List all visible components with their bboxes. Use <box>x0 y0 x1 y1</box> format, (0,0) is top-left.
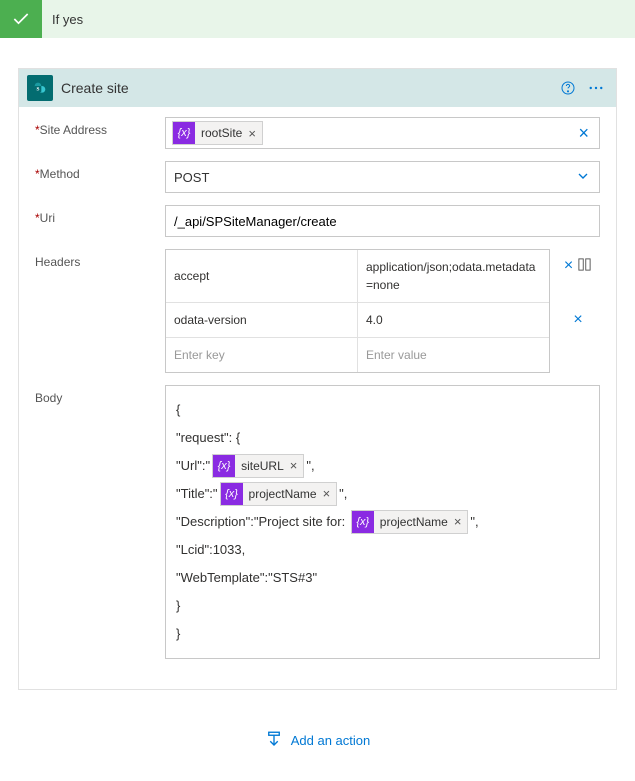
field-headers: Headers accept application/json;odata.me… <box>35 249 600 373</box>
clear-icon[interactable]: × <box>574 123 593 144</box>
close-icon[interactable]: × <box>454 509 462 535</box>
action-card: S Create site *Site Address {x} rootSite… <box>18 68 617 690</box>
svg-text:S: S <box>37 87 40 93</box>
header-key-input[interactable]: Enter key <box>166 338 358 372</box>
body-input[interactable]: { "request": { "Url":" {x}siteURL× ", "T… <box>165 385 600 659</box>
close-icon[interactable]: × <box>323 481 331 507</box>
uri-label: *Uri <box>35 205 165 225</box>
header-key[interactable]: accept <box>166 250 358 302</box>
action-body: *Site Address {x} rootSite × × *Method P… <box>19 107 616 689</box>
header-row-new: Enter key Enter value <box>166 338 549 372</box>
chevron-down-icon <box>575 168 591 187</box>
remove-header-icon[interactable]: × <box>564 257 573 275</box>
field-uri: *Uri <box>35 205 600 237</box>
header-actions: × × <box>556 249 600 329</box>
close-icon[interactable]: × <box>290 453 298 479</box>
method-label: *Method <box>35 161 165 181</box>
headers-table: accept application/json;odata.metadata=n… <box>165 249 550 373</box>
action-title: Create site <box>61 80 556 96</box>
fx-icon: {x} <box>352 511 374 533</box>
header-row: odata-version 4.0 <box>166 303 549 338</box>
token-rootsite[interactable]: {x} rootSite × <box>172 121 263 145</box>
ellipsis-icon[interactable] <box>584 76 608 100</box>
fx-icon: {x} <box>213 455 235 477</box>
add-action-label: Add an action <box>291 733 371 748</box>
condition-header: If yes <box>0 0 635 38</box>
close-icon[interactable]: × <box>248 126 256 141</box>
field-method: *Method POST <box>35 161 600 193</box>
fx-icon: {x} <box>173 122 195 144</box>
uri-text[interactable] <box>174 214 591 229</box>
field-body: Body { "request": { "Url":" {x}siteURL× … <box>35 385 600 659</box>
switch-mode-icon[interactable] <box>577 257 592 275</box>
help-icon[interactable] <box>556 76 580 100</box>
check-icon <box>0 0 42 38</box>
headers-label: Headers <box>35 249 165 269</box>
site-address-input[interactable]: {x} rootSite × × <box>165 117 600 149</box>
add-action-icon <box>265 730 283 751</box>
header-key[interactable]: odata-version <box>166 303 358 337</box>
token-projectname[interactable]: {x}projectName× <box>351 510 469 534</box>
site-address-label: *Site Address <box>35 117 165 137</box>
remove-header-icon[interactable]: × <box>573 311 582 329</box>
token-siteurl[interactable]: {x}siteURL× <box>212 454 304 478</box>
header-value-input[interactable]: Enter value <box>358 338 549 372</box>
field-site-address: *Site Address {x} rootSite × × <box>35 117 600 149</box>
fx-icon: {x} <box>221 483 243 505</box>
condition-label: If yes <box>42 12 83 27</box>
body-label: Body <box>35 385 165 405</box>
add-action-button[interactable]: Add an action <box>0 730 635 751</box>
header-value[interactable]: application/json;odata.metadata=none <box>358 250 549 302</box>
header-value[interactable]: 4.0 <box>358 303 549 337</box>
uri-input[interactable] <box>165 205 600 237</box>
sharepoint-icon: S <box>27 75 53 101</box>
action-header[interactable]: S Create site <box>19 69 616 107</box>
token-projectname[interactable]: {x}projectName× <box>220 482 338 506</box>
method-select[interactable]: POST <box>165 161 600 193</box>
header-row: accept application/json;odata.metadata=n… <box>166 250 549 303</box>
